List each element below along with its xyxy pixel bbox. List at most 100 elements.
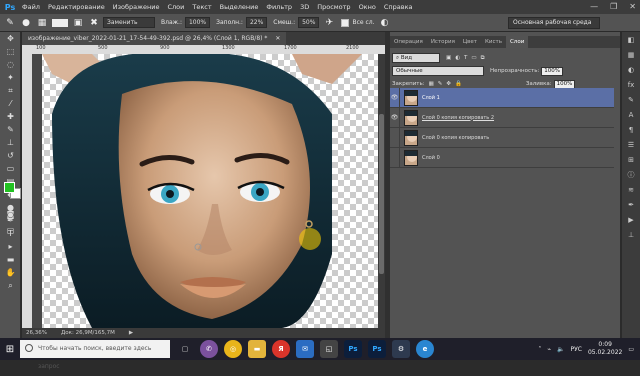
healing-tool-icon[interactable]: ✚ xyxy=(0,110,21,123)
channels-panel-icon[interactable]: ≋ xyxy=(622,182,640,197)
character-panel-icon[interactable]: A xyxy=(622,107,640,122)
visibility-toggle[interactable] xyxy=(390,147,400,168)
strength-field[interactable]: 50% xyxy=(298,17,320,28)
windows-start-icon[interactable]: ⊞ xyxy=(0,338,20,360)
menu-item[interactable]: Редактирование xyxy=(48,3,105,11)
mail-icon[interactable]: ✉ xyxy=(296,340,314,358)
eyedropper-tool-icon[interactable]: ⁄ xyxy=(0,97,21,110)
blend-mode-select[interactable]: Обычные xyxy=(392,66,484,76)
sample-icon[interactable]: ▣ xyxy=(72,17,84,29)
status-arrow-icon[interactable]: ▶ xyxy=(129,328,133,338)
yandex-icon[interactable]: Я xyxy=(272,340,290,358)
hand-tool-icon[interactable]: ✋ xyxy=(0,266,21,279)
document-canvas[interactable] xyxy=(32,54,378,328)
volume-icon[interactable]: 🔈 xyxy=(557,346,564,353)
filter-smart-icon[interactable]: ⧉ xyxy=(481,55,485,62)
menu-item[interactable]: Справка xyxy=(384,3,413,11)
lock-all-icon[interactable]: 🔒 xyxy=(455,81,462,87)
photoshop-taskbar-icon-2[interactable]: Ps xyxy=(368,340,386,358)
all-layers-checkbox[interactable] xyxy=(341,18,350,27)
menu-item[interactable]: Текст xyxy=(192,3,211,11)
paragraph-panel-icon[interactable]: ¶ xyxy=(622,122,640,137)
restore-button[interactable]: ❐ xyxy=(610,0,617,14)
task-view-icon[interactable]: ▢ xyxy=(176,340,194,358)
workspace-select[interactable]: Основная рабочая среда xyxy=(508,17,600,29)
panel-tab[interactable]: Кисть xyxy=(481,36,506,48)
marquee-tool-icon[interactable]: ⬚ xyxy=(0,45,21,58)
panel-tab[interactable]: История xyxy=(427,36,459,48)
clone-source-icon[interactable]: ⊥ xyxy=(622,227,640,242)
layer-row[interactable]: Слой 0 копия копировать xyxy=(390,127,614,148)
quick-select-tool-icon[interactable]: ✦ xyxy=(0,71,21,84)
lock-move-icon[interactable]: ✥ xyxy=(446,81,451,87)
menu-item[interactable]: Окно xyxy=(359,3,376,11)
menu-item[interactable]: Просмотр xyxy=(317,3,350,11)
menu-item[interactable]: Фильтр xyxy=(266,3,292,11)
document-tab[interactable]: изображение_viber_2022-01-21_17-54-49-39… xyxy=(22,32,287,45)
chrome-icon[interactable]: ◎ xyxy=(224,340,242,358)
filter-adjust-icon[interactable]: ◐ xyxy=(455,55,460,61)
zoom-tool-icon[interactable]: ⌕ xyxy=(0,279,21,292)
navigator-panel-icon[interactable]: ⊞ xyxy=(622,152,640,167)
settings-icon[interactable]: ⚙ xyxy=(392,340,410,358)
opacity-field[interactable]: 100% xyxy=(541,66,564,76)
panel-tab[interactable]: Цвет xyxy=(459,36,481,48)
foreground-color-swatch[interactable] xyxy=(4,182,15,193)
quick-mask-icon[interactable]: ◙ xyxy=(0,208,21,221)
color-panel-icon[interactable]: ◧ xyxy=(622,32,640,47)
panel-tab[interactable]: Операция xyxy=(390,36,427,48)
fill-field[interactable]: 22% xyxy=(245,17,268,28)
filter-pixel-icon[interactable]: ▣ xyxy=(446,55,451,61)
close-tab-icon[interactable]: ✕ xyxy=(275,35,280,42)
lasso-tool-icon[interactable]: ◌ xyxy=(0,58,21,71)
tray-expand-icon[interactable]: ˄ xyxy=(538,346,541,353)
menu-item[interactable]: Файл xyxy=(22,3,40,11)
shape-tool-icon[interactable]: ▬ xyxy=(0,253,21,266)
styles-panel-icon[interactable]: fx xyxy=(622,77,640,92)
brush-panel-icon[interactable]: ▦ xyxy=(36,17,48,29)
menu-item[interactable]: Слои xyxy=(167,3,184,11)
store-icon[interactable]: ◱ xyxy=(320,340,338,358)
layer-row[interactable]: Слой 0 xyxy=(390,147,614,168)
visibility-toggle[interactable] xyxy=(390,127,400,148)
hardness-field[interactable]: 100% xyxy=(184,17,211,28)
adjustments-panel-icon[interactable]: ◐ xyxy=(622,62,640,77)
taskbar-search[interactable]: Чтобы начать поиск, введите здесь запрос xyxy=(20,340,170,370)
history-brush-icon[interactable]: ↺ xyxy=(0,149,21,162)
brush-panel-icon[interactable]: ✎ xyxy=(622,92,640,107)
vertical-scrollbar[interactable] xyxy=(378,54,385,328)
brush-preset-icon[interactable]: ● xyxy=(20,17,32,29)
menu-item[interactable]: Изображение xyxy=(113,3,160,11)
filter-shape-icon[interactable]: ▭ xyxy=(471,55,476,61)
pressure-icon[interactable]: ◐ xyxy=(379,17,391,29)
properties-panel-icon[interactable]: ☰ xyxy=(622,137,640,152)
clock[interactable]: 0:09 05.02.2022 xyxy=(588,341,622,357)
eraser-tool-icon[interactable]: ▭ xyxy=(0,162,21,175)
crop-tool-icon[interactable]: ⌗ xyxy=(0,84,21,97)
filter-text-icon[interactable]: T xyxy=(464,55,467,61)
lock-paint-icon[interactable]: ✎ xyxy=(438,81,443,87)
minimize-button[interactable]: — xyxy=(590,0,598,14)
lock-transparent-icon[interactable]: ▦ xyxy=(429,81,434,87)
menu-item[interactable]: 3D xyxy=(300,3,309,11)
airbrush-icon[interactable]: ✈ xyxy=(323,17,335,29)
zoom-level[interactable]: 26,36% xyxy=(26,328,47,338)
path-select-tool-icon[interactable]: ▸ xyxy=(0,240,21,253)
network-icon[interactable]: ⌁ xyxy=(547,346,551,353)
paths-panel-icon[interactable]: ✒ xyxy=(622,197,640,212)
photoshop-taskbar-icon[interactable]: Ps xyxy=(344,340,362,358)
file-explorer-icon[interactable]: ▬ xyxy=(248,340,266,358)
brush-tool-icon[interactable]: ✎ xyxy=(4,17,16,29)
actions-panel-icon[interactable]: ▶ xyxy=(622,212,640,227)
visibility-eye-icon[interactable]: 👁 xyxy=(390,87,400,108)
visibility-eye-icon[interactable]: 👁 xyxy=(390,107,400,128)
panel-tab[interactable]: Слои xyxy=(505,36,529,48)
info-panel-icon[interactable]: ⓘ xyxy=(622,167,640,182)
crossed-icon[interactable]: ✖ xyxy=(88,17,100,29)
screen-mode-icon[interactable]: ▢ xyxy=(0,224,21,237)
layer-filter-select[interactable]: ⌕ Вид xyxy=(392,53,440,63)
scrollbar-thumb[interactable] xyxy=(379,114,384,274)
close-button[interactable]: ✕ xyxy=(629,0,636,14)
viber-icon[interactable]: ✆ xyxy=(200,340,218,358)
move-tool-icon[interactable]: ✥ xyxy=(0,32,21,45)
